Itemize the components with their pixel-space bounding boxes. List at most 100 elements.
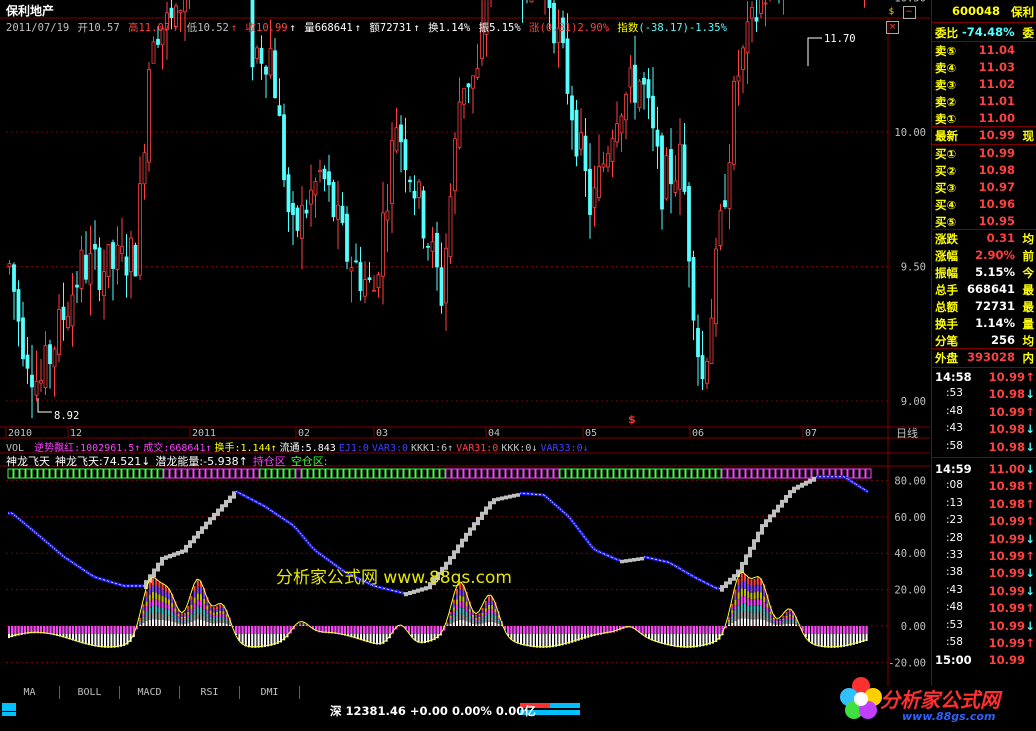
energy-bar bbox=[520, 626, 522, 634]
tick-time: 15:00 bbox=[935, 653, 972, 668]
market-index[interactable]: 深 12381.46 +0.00 0.00% 0.00亿 bbox=[330, 703, 536, 719]
energy-bar bbox=[145, 601, 148, 607]
chart-area[interactable]: 11.5011.0010.5010.009.509.0010.992010122… bbox=[0, 0, 930, 686]
energy-bar bbox=[449, 623, 452, 626]
bid-row-value: 10.96 bbox=[978, 197, 1015, 211]
energy-bar bbox=[187, 620, 190, 624]
energy-bar bbox=[753, 578, 756, 586]
energy-bar bbox=[859, 626, 862, 634]
energy-bar bbox=[142, 610, 145, 614]
energy-bar bbox=[747, 584, 750, 592]
energy-bar bbox=[779, 624, 782, 626]
energy-bar bbox=[772, 622, 775, 625]
candle-body bbox=[691, 257, 696, 321]
dollar-icon[interactable]: $ bbox=[886, 7, 897, 18]
info-low: 10.52 bbox=[197, 22, 229, 34]
energy-bar bbox=[200, 606, 202, 614]
energy-bar bbox=[488, 621, 490, 626]
position-band-cell bbox=[211, 468, 218, 479]
candle-body bbox=[25, 354, 30, 369]
candle-body bbox=[565, 38, 570, 94]
position-band-cell bbox=[751, 468, 758, 479]
energy-bar bbox=[744, 611, 746, 619]
energy-bar bbox=[577, 626, 580, 634]
position-band-cell bbox=[475, 468, 482, 479]
rising-step bbox=[180, 549, 184, 555]
energy-bar bbox=[459, 613, 462, 620]
tick-time: 14:58 bbox=[935, 370, 972, 384]
energy-bar bbox=[766, 607, 769, 613]
energy-bar bbox=[555, 626, 558, 634]
candle-body bbox=[111, 242, 115, 269]
energy-bar bbox=[180, 622, 183, 625]
energy-bar bbox=[152, 598, 154, 606]
position-band-cell bbox=[349, 468, 356, 479]
position-band-cell bbox=[199, 468, 206, 479]
energy-bar bbox=[436, 626, 439, 634]
tab-macd[interactable]: MACD bbox=[120, 686, 180, 699]
energy-bar bbox=[116, 626, 119, 634]
energy-bar bbox=[664, 626, 666, 634]
energy-bar bbox=[193, 586, 196, 592]
candle-body bbox=[754, 17, 759, 22]
energy-bar bbox=[740, 595, 743, 604]
outer-value: 393028 bbox=[966, 350, 1015, 364]
energy-bar bbox=[145, 591, 148, 597]
tab-rsi[interactable]: RSI bbox=[180, 686, 240, 699]
candle-body bbox=[570, 95, 574, 121]
energy-bar bbox=[769, 617, 772, 621]
energy-bar bbox=[753, 619, 756, 626]
minimize-icon[interactable]: − bbox=[902, 6, 916, 19]
energy-bar bbox=[481, 615, 484, 619]
energy-bar bbox=[782, 624, 785, 626]
candle-body bbox=[394, 127, 399, 152]
ratio-label: 委比 bbox=[935, 26, 958, 40]
stat-row-value: 5.15% bbox=[975, 265, 1015, 279]
quote-panel: 600048 保利 委比 -74.48% 委 卖⑤ 11.04 卖④ 11.03 卖③ 1… bbox=[931, 0, 1036, 686]
energy-bar bbox=[750, 612, 753, 620]
info-high-label: 高 bbox=[127, 22, 139, 34]
energy-bar bbox=[11, 626, 14, 634]
stat-row-label: 分笔 bbox=[935, 334, 958, 348]
tab-boll[interactable]: BOLL bbox=[60, 686, 120, 699]
time-axis-label: 02 bbox=[298, 428, 310, 439]
energy-bar bbox=[203, 620, 206, 626]
tick-price: 10.99 bbox=[988, 549, 1025, 563]
energy-bar bbox=[561, 626, 564, 634]
outer-row: 外盘 393028 内 bbox=[932, 349, 1036, 366]
energy-bar bbox=[756, 619, 759, 626]
energy-bar bbox=[56, 626, 58, 634]
energy-bar bbox=[852, 626, 855, 634]
energy-bar bbox=[865, 626, 868, 634]
tab-dmi[interactable]: DMI bbox=[240, 686, 300, 699]
energy-bar bbox=[795, 620, 798, 622]
energy-bar bbox=[203, 615, 206, 621]
energy-bar bbox=[552, 626, 554, 634]
candle-body bbox=[106, 243, 111, 278]
energy-bar bbox=[696, 626, 698, 634]
candle-body bbox=[183, 0, 187, 13]
rising-step bbox=[196, 530, 200, 539]
tick-price: 10.99 bbox=[988, 618, 1025, 633]
energy-bar bbox=[680, 626, 682, 634]
candle-body bbox=[70, 294, 75, 327]
energy-bar bbox=[148, 613, 151, 620]
position-band-cell bbox=[367, 468, 374, 479]
energy-bar bbox=[462, 590, 465, 597]
energy-bar bbox=[251, 626, 254, 634]
energy-bar bbox=[126, 626, 129, 634]
tab-ma[interactable]: MA bbox=[0, 686, 60, 699]
energy-bar bbox=[193, 591, 196, 598]
energy-bar bbox=[113, 626, 116, 634]
energy-bar bbox=[340, 626, 343, 634]
rising-step bbox=[724, 581, 728, 589]
close-icon[interactable]: × bbox=[886, 21, 899, 34]
position-band-cell bbox=[247, 468, 254, 479]
candle-body bbox=[331, 182, 336, 218]
stat-row: 涨跌 0.31 均 bbox=[932, 230, 1036, 247]
rising-step bbox=[184, 544, 188, 553]
position-band-cell bbox=[97, 468, 104, 479]
position-band-cell bbox=[313, 468, 320, 479]
tick-row: :43 10.99 ↓ bbox=[932, 583, 1036, 600]
position-band-cell bbox=[379, 468, 386, 479]
